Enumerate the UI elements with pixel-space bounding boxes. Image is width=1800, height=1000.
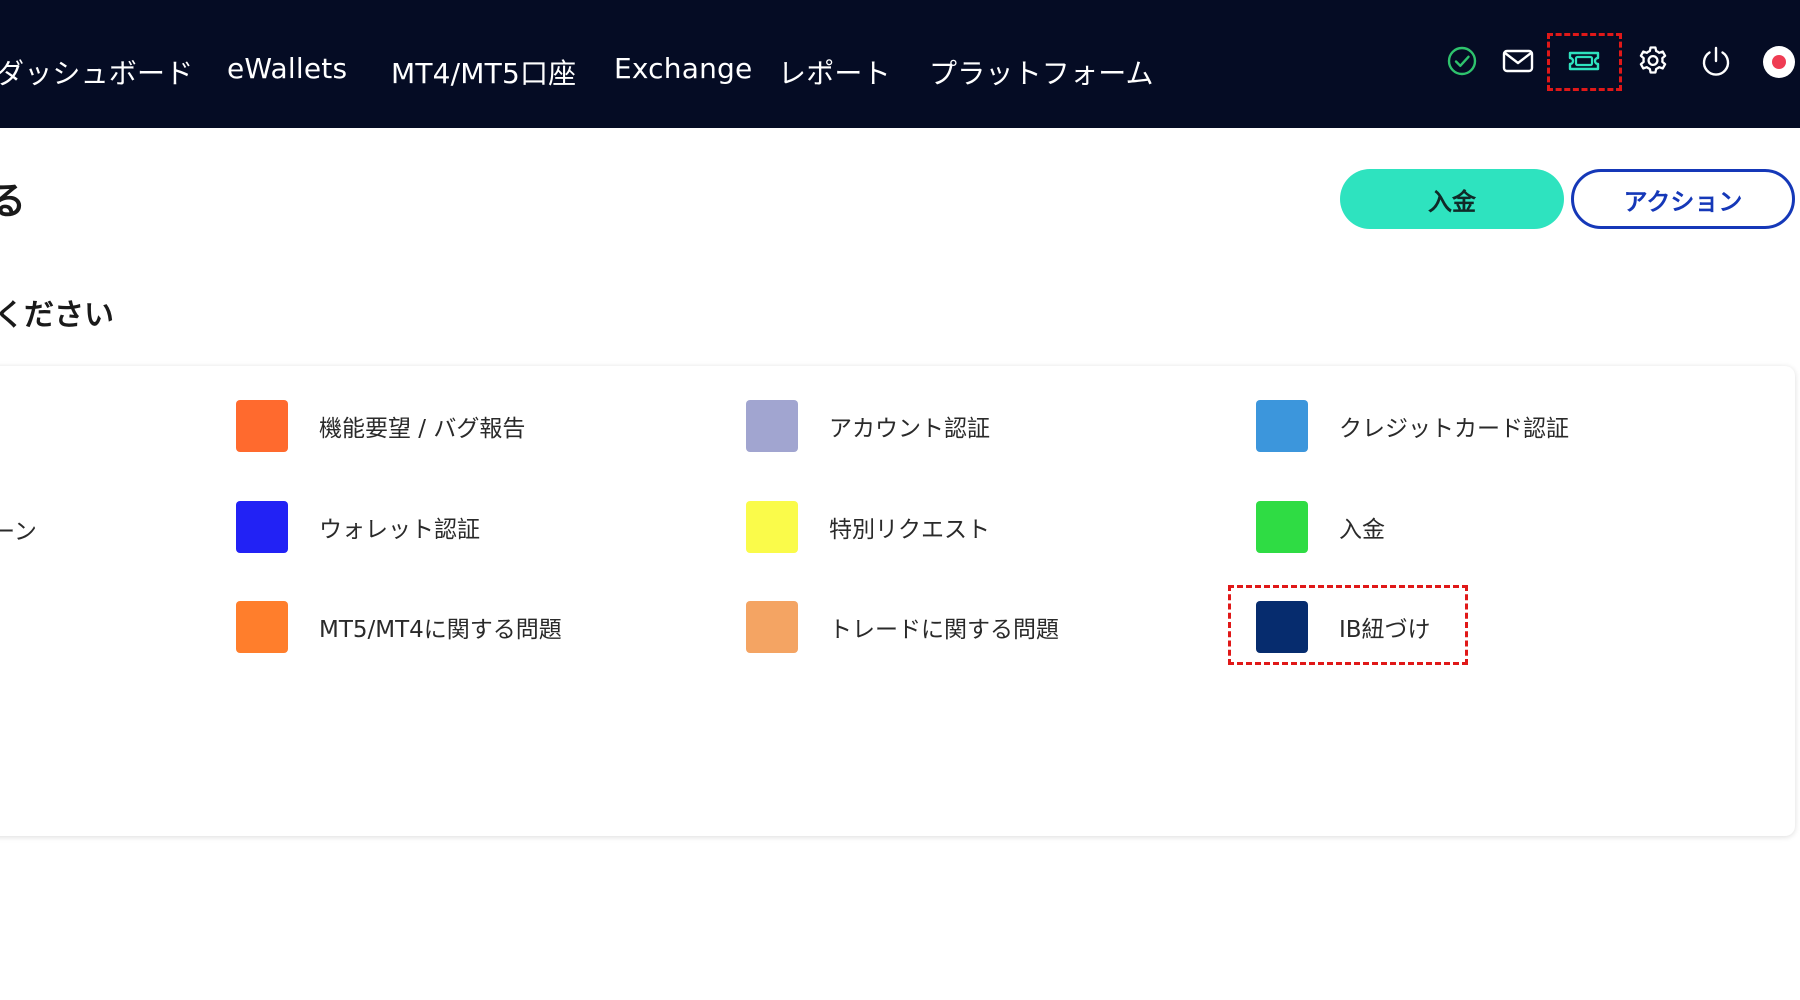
- nav-item-mt4-mt5-accounts[interactable]: MT4/MT5口座: [391, 52, 576, 92]
- gear-icon[interactable]: [1636, 44, 1670, 78]
- nav-item-report[interactable]: レポート: [778, 52, 891, 92]
- category-color-swatch: [1256, 601, 1308, 653]
- category-label: 入金: [1339, 517, 1385, 543]
- category-wallet-verification[interactable]: ウォレット認証: [236, 501, 480, 553]
- category-account-verification[interactable]: アカウント認証: [746, 400, 990, 452]
- ticket-icon[interactable]: [1567, 44, 1601, 78]
- nav-item-dashboard[interactable]: ダッシュボード: [0, 52, 193, 92]
- verified-check-icon[interactable]: [1445, 44, 1479, 78]
- category-trade-issues[interactable]: トレードに関する問題: [746, 601, 1059, 653]
- category-label-partial[interactable]: ーン: [0, 512, 37, 546]
- category-color-swatch: [746, 400, 798, 452]
- category-color-swatch: [1256, 501, 1308, 553]
- nav-item-exchange[interactable]: Exchange: [614, 52, 752, 85]
- category-color-swatch: [236, 601, 288, 653]
- category-color-swatch: [1256, 400, 1308, 452]
- power-icon[interactable]: [1699, 44, 1733, 78]
- category-credit-card-verification[interactable]: クレジットカード認証: [1256, 400, 1569, 452]
- category-color-swatch: [746, 601, 798, 653]
- category-label: ウォレット認証: [319, 517, 480, 543]
- category-special-request[interactable]: 特別リクエスト: [746, 501, 990, 553]
- avatar-status-dot: [1772, 55, 1786, 69]
- category-label: アカウント認証: [829, 416, 990, 442]
- category-label: IB紐づけ: [1339, 617, 1431, 643]
- section-title: ください: [0, 298, 114, 333]
- top-navigation-bar: ダッシュボード eWallets MT4/MT5口座 Exchange レポート…: [0, 0, 1800, 128]
- category-label: クレジットカード認証: [1339, 416, 1569, 442]
- ticket-category-card: 機能要望 / バグ報告 アカウント認証 クレジットカード認証 ーン ウォレット認…: [0, 366, 1795, 836]
- avatar[interactable]: [1763, 46, 1795, 78]
- category-color-swatch: [746, 501, 798, 553]
- category-color-swatch: [236, 501, 288, 553]
- category-feature-request-bug-report[interactable]: 機能要望 / バグ報告: [236, 400, 525, 452]
- category-color-swatch: [236, 400, 288, 452]
- category-ib-link[interactable]: IB紐づけ: [1256, 601, 1431, 653]
- category-label: 特別リクエスト: [829, 517, 990, 543]
- nav-item-platform[interactable]: プラットフォーム: [929, 52, 1154, 92]
- nav-item-ewallets[interactable]: eWallets: [227, 52, 347, 85]
- category-label: 機能要望 / バグ報告: [319, 416, 526, 442]
- category-label: トレードに関する問題: [829, 617, 1059, 643]
- category-label: MT5/MT4に関する問題: [319, 617, 562, 643]
- deposit-button[interactable]: 入金: [1340, 169, 1564, 229]
- category-deposit[interactable]: 入金: [1256, 501, 1385, 553]
- action-button[interactable]: アクション: [1571, 169, 1795, 229]
- page-title: る: [0, 179, 27, 223]
- category-mt5-mt4-issues[interactable]: MT5/MT4に関する問題: [236, 601, 562, 653]
- mail-icon[interactable]: [1501, 44, 1535, 78]
